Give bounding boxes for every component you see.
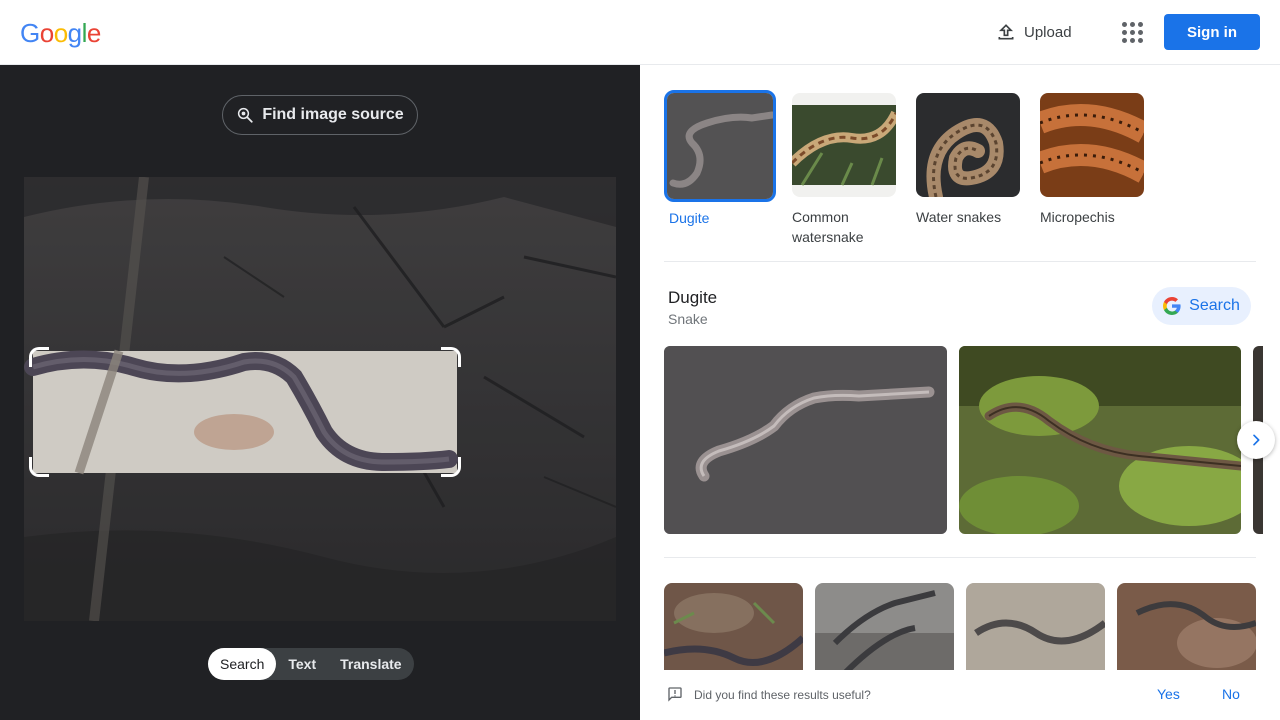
upload-button[interactable]: Upload: [986, 15, 1082, 49]
logo-letter-e: e: [86, 18, 101, 48]
apps-dot: [1137, 37, 1143, 43]
mode-text-tab[interactable]: Text: [276, 648, 328, 680]
chip-common-watersnake-label: Common watersnake: [792, 209, 864, 245]
apps-grid-button[interactable]: [1116, 16, 1148, 48]
divider: [664, 557, 1256, 558]
feedback-question: Did you find these results useful?: [694, 688, 871, 702]
lens-mode-switcher: Search Text Translate: [208, 648, 414, 680]
upload-label: Upload: [1024, 23, 1072, 41]
find-image-source-button[interactable]: Find image source: [222, 95, 418, 135]
apps-dot: [1121, 37, 1127, 43]
feedback-yes-button[interactable]: Yes: [1157, 686, 1180, 702]
result-image-2[interactable]: [959, 346, 1241, 534]
chip-micropechis-thumbnail: [1040, 93, 1144, 197]
crop-selection[interactable]: [29, 347, 461, 477]
chip-common-watersnake-thumbnail: [792, 93, 896, 197]
crop-handle-top-left[interactable]: [29, 347, 49, 367]
result-image-1[interactable]: [664, 346, 947, 534]
visual-match-4[interactable]: [1117, 583, 1256, 683]
upload-icon: [998, 24, 1014, 40]
feedback-bar: Did you find these results useful? Yes N…: [640, 670, 1280, 720]
related-entity-chips: Dugite Common watersnake Water snakes Mi…: [664, 90, 1148, 247]
apps-dot: [1137, 21, 1143, 27]
chevron-right-icon: [1253, 434, 1260, 446]
visual-match-3[interactable]: [966, 583, 1105, 683]
lens-image-panel: Find image source Search Text Translate: [0, 65, 640, 720]
apps-grid-icon: [1121, 21, 1127, 27]
entity-search-label: Search: [1189, 297, 1240, 314]
query-image[interactable]: [24, 177, 616, 621]
chip-dugite-thumbnail: [664, 90, 776, 202]
chip-water-snakes-thumbnail: [916, 93, 1020, 197]
apps-dot: [1129, 21, 1135, 27]
logo-letter-g2: g: [67, 18, 82, 48]
chip-micropechis[interactable]: Micropechis: [1036, 90, 1148, 247]
entity-subtitle: Snake: [668, 311, 708, 327]
chip-water-snakes[interactable]: Water snakes: [912, 90, 1024, 247]
chip-water-snakes-label: Water snakes: [916, 209, 1002, 225]
next-results-button[interactable]: [1237, 421, 1275, 459]
chip-common-watersnake[interactable]: Common watersnake: [788, 90, 900, 247]
top-bar: Google Upload Sign in: [0, 0, 1280, 65]
entity-title: Dugite: [668, 288, 718, 307]
sign-in-button[interactable]: Sign in: [1164, 14, 1260, 50]
results-panel: Dugite Common watersnake Water snakes Mi…: [640, 65, 1280, 720]
google-logo[interactable]: Google: [20, 18, 101, 49]
chip-dugite[interactable]: Dugite: [664, 90, 776, 247]
chip-dugite-label: Dugite: [669, 210, 710, 226]
logo-letter-o2: o: [53, 18, 68, 48]
find-image-source-label: Find image source: [262, 106, 404, 123]
apps-dot: [1121, 29, 1127, 35]
divider: [664, 261, 1256, 262]
google-g-icon: [1163, 297, 1181, 315]
visual-match-1[interactable]: [664, 583, 803, 683]
feedback-icon: [668, 687, 682, 702]
chip-micropechis-label: Micropechis: [1040, 209, 1115, 225]
entity-search-button[interactable]: Search: [1152, 287, 1251, 325]
feedback-no-button[interactable]: No: [1222, 686, 1240, 702]
lens-search-icon: [238, 107, 253, 123]
crop-handle-bottom-right[interactable]: [441, 457, 461, 477]
apps-dot: [1129, 37, 1135, 43]
apps-dot: [1137, 29, 1143, 35]
visual-match-2[interactable]: [815, 583, 954, 683]
apps-dot: [1129, 29, 1135, 35]
mode-translate-tab[interactable]: Translate: [328, 648, 413, 680]
crop-handle-bottom-left[interactable]: [29, 457, 49, 477]
logo-letter-o1: o: [39, 18, 54, 48]
mode-search-tab[interactable]: Search: [208, 648, 277, 680]
crop-handle-top-right[interactable]: [441, 347, 461, 367]
logo-letter-g: G: [20, 18, 40, 48]
